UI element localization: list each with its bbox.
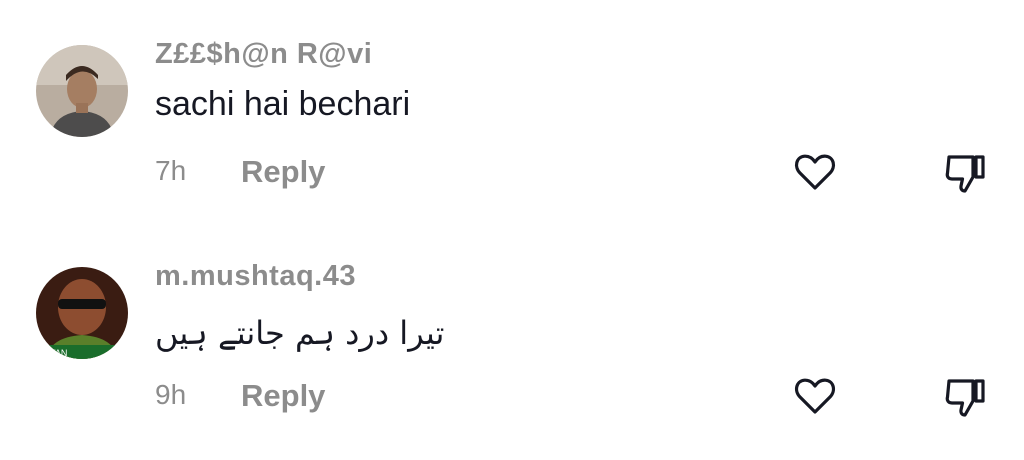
comment-item: TAN m.mushtaq.43 تیرا درد ہم جانتے ہیں 9… [0,224,1024,448]
avatar-overlay-text: TAN [50,348,67,358]
comment-username[interactable]: m.mushtaq.43 [155,260,356,293]
comment-item: Z££$h@n R@vi sachi hai bechari 7h Reply [0,0,1024,224]
thumbs-down-outline-icon [945,155,985,193]
reply-button[interactable]: Reply [241,154,325,190]
heart-outline-icon [794,154,836,190]
avatar-image [36,45,128,137]
dislike-button[interactable] [941,372,989,420]
avatar[interactable]: TAN [36,267,128,359]
reply-button[interactable]: Reply [241,378,325,414]
avatar-image: TAN [36,267,128,359]
comment-text: تیرا درد ہم جانتے ہیں [155,314,445,352]
comment-username[interactable]: Z££$h@n R@vi [155,38,372,71]
comment-timestamp: 7h [155,155,187,186]
comment-timestamp: 9h [155,379,187,410]
avatar[interactable] [36,45,128,137]
thumbs-down-outline-icon [945,379,985,417]
heart-outline-icon [794,378,836,414]
dislike-button[interactable] [941,148,989,196]
like-button[interactable] [791,148,839,196]
like-button[interactable] [791,372,839,420]
comment-text: sachi hai bechari [155,85,411,123]
